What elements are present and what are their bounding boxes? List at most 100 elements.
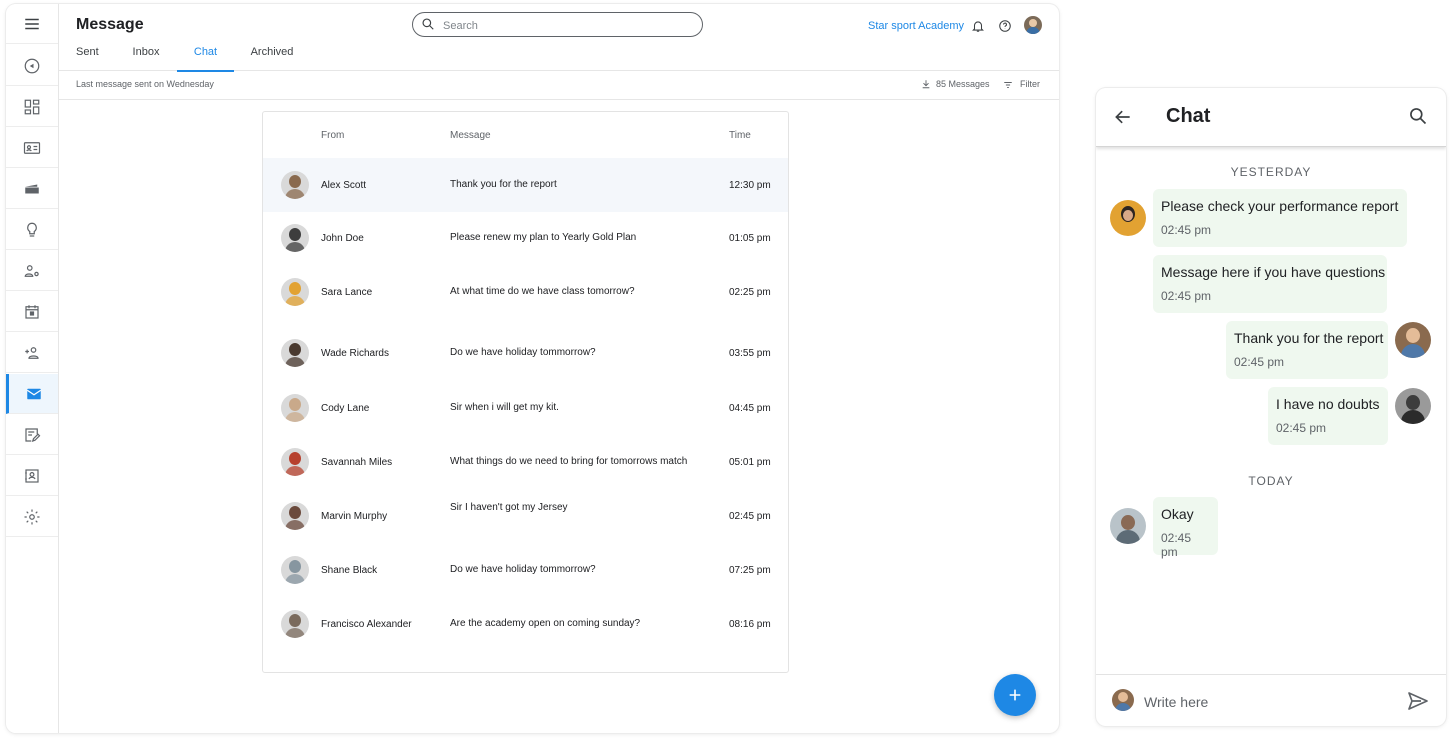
- tab-archived[interactable]: Archived: [250, 46, 294, 70]
- message-time: 02:45 pm: [1234, 355, 1285, 369]
- user-avatar[interactable]: [1024, 16, 1042, 34]
- chat-message: I have no doubts 02:45 pm: [1268, 387, 1388, 445]
- message-text: Please check your performance report: [1161, 198, 1399, 214]
- sender-avatar: [1395, 322, 1431, 358]
- nav-dashboard[interactable]: [6, 87, 58, 127]
- message-time: 02:45 pm: [1276, 421, 1327, 435]
- row-time: 08:16 pm: [729, 619, 771, 630]
- message-time: 02:45 pm: [1161, 531, 1192, 559]
- message-text: Message here if you have questions: [1161, 264, 1386, 280]
- table-row[interactable]: Wade Richards Do we have holiday tommorro…: [263, 326, 788, 380]
- download-icon[interactable]: [921, 79, 931, 89]
- table-row[interactable]: Cody Lane Sir when i will get my kit. 04:4…: [263, 381, 788, 435]
- chat-message: Okay 02:45 pm: [1153, 497, 1218, 559]
- tab-sent[interactable]: Sent: [76, 46, 99, 70]
- avatar: [281, 224, 309, 252]
- gear-icon: [24, 509, 40, 524]
- id-card-icon: [23, 141, 41, 154]
- row-time: 05:01 pm: [729, 457, 771, 468]
- row-message: What things do we need to bring for tomo…: [450, 456, 688, 467]
- message-text: Okay: [1161, 506, 1194, 522]
- tab-chat[interactable]: Chat: [177, 46, 234, 72]
- nav-contacts[interactable]: [6, 456, 58, 496]
- table-row[interactable]: Sara Lance At what time do we have class …: [263, 265, 788, 319]
- day-label-yesterday: YESTERDAY: [1230, 165, 1312, 179]
- bell-icon[interactable]: [971, 19, 985, 33]
- column-header-message: Message: [450, 130, 491, 141]
- menu-button[interactable]: [6, 4, 58, 44]
- nav-add-member[interactable]: [6, 333, 58, 373]
- chat-message: Please check your performance report 02:…: [1153, 189, 1407, 247]
- compass-icon: [24, 58, 40, 73]
- table-row[interactable]: Francisco Alexander Are the academy open …: [263, 597, 788, 651]
- nav-settings[interactable]: [6, 497, 58, 537]
- sub-bar: Last message sent on Wednesday 85 Messag…: [58, 71, 1059, 100]
- nav-compass[interactable]: [6, 46, 58, 86]
- nav-payments[interactable]: [6, 169, 58, 209]
- table-row[interactable]: Shane Black Do we have holiday tommorrow?…: [263, 543, 788, 597]
- back-arrow-icon[interactable]: [1113, 107, 1133, 127]
- row-time: 03:55 pm: [729, 348, 771, 359]
- tab-inbox[interactable]: Inbox: [131, 46, 161, 70]
- avatar: [281, 610, 309, 638]
- send-icon[interactable]: [1406, 689, 1430, 713]
- table-row[interactable]: Alex Scott Thank you for the report 12:30 …: [263, 158, 788, 212]
- table-row[interactable]: John Doe Please renew my plan to Yearly G…: [263, 211, 788, 265]
- avatar: [281, 278, 309, 306]
- contact-book-icon: [25, 468, 39, 483]
- menu-icon: [25, 18, 39, 29]
- cards-icon: [25, 184, 39, 193]
- column-header-from: From: [321, 130, 345, 141]
- avatar: [281, 171, 309, 199]
- nav-staff[interactable]: [6, 251, 58, 291]
- lightbulb-icon: [27, 222, 37, 237]
- message-input[interactable]: [1142, 690, 1416, 714]
- sender-avatar: [1395, 388, 1431, 424]
- plus-icon: [1009, 689, 1021, 701]
- row-message: Do we have holiday tommorrow?: [450, 347, 596, 358]
- sender-avatar: [1110, 200, 1146, 236]
- table-row[interactable]: Marvin Murphy Sir I haven't got my Jersey…: [263, 489, 788, 543]
- nav-ideas[interactable]: [6, 210, 58, 250]
- row-message: Thank you for the report: [450, 179, 557, 190]
- row-time: 07:25 pm: [729, 565, 771, 576]
- row-message: Sir I haven't got my Jersey: [450, 502, 568, 513]
- row-message: At what time do we have class tomorrow?: [450, 286, 635, 297]
- edit-note-icon: [25, 427, 41, 442]
- add-person-icon: [25, 346, 39, 359]
- avatar: [281, 448, 309, 476]
- search-icon[interactable]: [1408, 106, 1428, 126]
- search-box[interactable]: [412, 12, 703, 37]
- chat-title: Chat: [1166, 105, 1211, 127]
- avatar: [281, 502, 309, 530]
- row-time: 12:30 pm: [729, 180, 771, 191]
- sender-avatar: [1110, 508, 1146, 544]
- filter-button[interactable]: Filter: [1020, 79, 1040, 89]
- compose-fab-button[interactable]: [994, 674, 1036, 716]
- row-from: Cody Lane: [321, 403, 370, 414]
- chat-panel: Chat YESTERDAY TODAY Please check your p…: [1096, 88, 1446, 726]
- dashboard-icon: [24, 99, 40, 114]
- message-count: 85 Messages: [936, 79, 990, 89]
- row-time: 02:45 pm: [729, 511, 771, 522]
- nav-calendar[interactable]: [6, 292, 58, 332]
- calendar-icon: [25, 304, 39, 319]
- nav-notes[interactable]: [6, 415, 58, 455]
- search-input[interactable]: [441, 16, 695, 35]
- help-icon[interactable]: [998, 19, 1012, 33]
- avatar: [281, 339, 309, 367]
- row-from: Savannah Miles: [321, 457, 393, 468]
- mail-icon: [26, 388, 41, 399]
- row-from: Alex Scott: [321, 180, 367, 191]
- nav-members[interactable]: [6, 128, 58, 168]
- filter-icon[interactable]: [1003, 80, 1013, 90]
- last-message-note: Last message sent on Wednesday: [76, 79, 214, 89]
- row-message: Please renew my plan to Yearly Gold Plan: [450, 232, 637, 243]
- chat-message: Message here if you have questions 02:45…: [1153, 255, 1387, 313]
- nav-messages[interactable]: [6, 374, 58, 414]
- message-time: 02:45 pm: [1161, 223, 1212, 237]
- org-name-link[interactable]: Star sport Academy: [868, 20, 964, 32]
- top-bar: Message Sent Inbox Chat Archived Star sp…: [58, 4, 1059, 72]
- table-row[interactable]: Savannah Miles What things do we need to …: [263, 435, 788, 489]
- day-label-today: TODAY: [1248, 474, 1294, 488]
